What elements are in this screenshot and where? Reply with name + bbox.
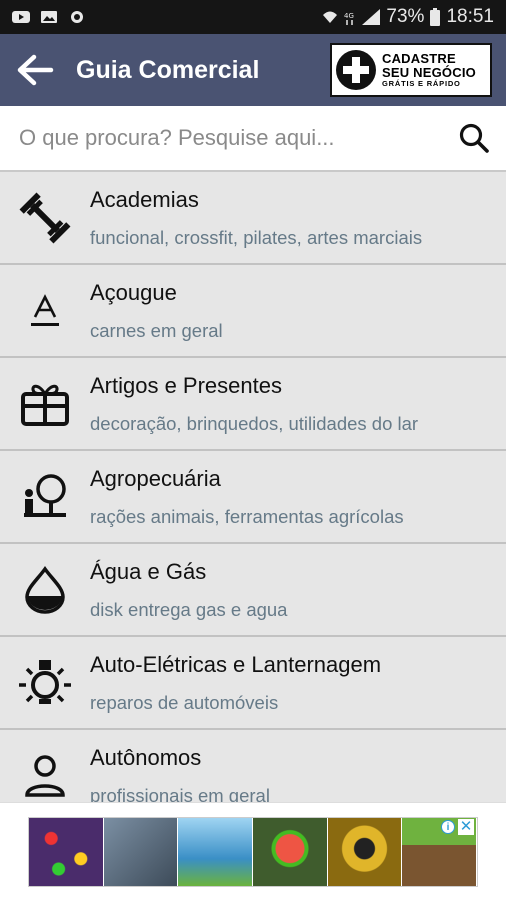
person-icon: [0, 729, 90, 802]
signal-icon: [362, 9, 381, 25]
app-bar: Guia Comercial CADASTRE SEU NEGÓCIO GRÁT…: [0, 34, 506, 106]
item-title: Autônomos: [90, 744, 202, 770]
list-item-artigos-presentes[interactable]: Artigos e Presentes decoração, brinquedo…: [0, 358, 506, 451]
lightbulb-icon: [0, 636, 90, 729]
ad-tile-fruit[interactable]: [253, 818, 328, 886]
wifi-icon: [323, 11, 338, 23]
gift-icon: [0, 357, 90, 450]
ad-tile-swampy[interactable]: [178, 818, 254, 886]
item-subtitle: disk entrega gas e agua: [90, 598, 288, 620]
back-button[interactable]: [0, 34, 70, 106]
cadastre-business-button[interactable]: CADASTRE SEU NEGÓCIO GRÁTIS E RÁPIDO: [330, 43, 492, 97]
item-subtitle: reparos de automóveis: [90, 691, 279, 713]
search-button[interactable]: [442, 105, 506, 171]
item-title: Auto-Elétricas e Lanternagem: [90, 651, 382, 677]
tree-icon: [0, 450, 90, 543]
item-subtitle: funcional, crossfit, pilates, artes marc…: [90, 226, 423, 248]
ad-area: i ✕: [0, 802, 506, 900]
ad-tile-candy[interactable]: [29, 818, 104, 886]
cadastre-line1: CADASTRE: [382, 50, 456, 66]
ad-info-icon[interactable]: i: [441, 820, 455, 834]
item-subtitle: rações animais, ferramentas agrícolas: [90, 505, 404, 527]
item-subtitle: decoração, brinquedos, utilidades do lar: [90, 412, 419, 434]
item-subtitle: profissionais em geral: [90, 784, 270, 803]
ad-close-icon[interactable]: ✕: [458, 819, 474, 835]
search-bar: [0, 106, 506, 172]
list-item-agua-gas[interactable]: Água e Gás disk entrega gas e agua: [0, 544, 506, 637]
ad-tile-temple[interactable]: [327, 818, 403, 886]
page-title: Guia Comercial: [76, 55, 260, 84]
list-item-auto-eletricas[interactable]: Auto-Elétricas e Lanternagem reparos de …: [0, 637, 506, 730]
category-list: Academias funcional, crossfit, pilates, …: [0, 172, 506, 802]
item-title: Água e Gás: [90, 558, 207, 584]
item-title: Academias: [90, 186, 199, 212]
whatsapp-icon: [71, 11, 83, 23]
dumbbell-icon: [0, 172, 90, 264]
youtube-icon: [12, 11, 30, 23]
item-subtitle: carnes em geral: [90, 319, 223, 341]
drop-icon: [0, 543, 90, 636]
cadastre-line2: SEU NEGÓCIO: [382, 64, 476, 80]
battery-percent: 73%: [386, 6, 425, 27]
status-bar: 4G 73% 18:51: [0, 0, 506, 34]
4g-icon: 4G: [344, 12, 354, 25]
letter-a-icon: [0, 264, 90, 357]
item-title: Açougue: [90, 279, 177, 305]
ad-tile-gta[interactable]: [103, 818, 179, 886]
image-icon: [41, 11, 57, 23]
item-title: Agropecuária: [90, 465, 221, 491]
list-item-acougue[interactable]: Açougue carnes em geral: [0, 265, 506, 358]
cadastre-text: CADASTRE SEU NEGÓCIO GRÁTIS E RÁPIDO: [382, 52, 476, 88]
search-icon: [459, 123, 489, 153]
search-input[interactable]: [19, 125, 442, 151]
clock: 18:51: [446, 6, 494, 27]
list-item-autonomos[interactable]: Autônomos profissionais em geral: [0, 730, 506, 802]
item-title: Artigos e Presentes: [90, 372, 282, 398]
plus-icon: [334, 48, 378, 92]
list-item-academias[interactable]: Academias funcional, crossfit, pilates, …: [0, 172, 506, 265]
battery-icon: [430, 8, 441, 26]
svg-text:4G: 4G: [344, 12, 354, 20]
ad-banner[interactable]: i ✕: [28, 817, 478, 887]
arrow-left-icon: [17, 54, 54, 86]
list-item-agropecuaria[interactable]: Agropecuária rações animais, ferramentas…: [0, 451, 506, 544]
cadastre-line3: GRÁTIS E RÁPIDO: [382, 79, 461, 89]
